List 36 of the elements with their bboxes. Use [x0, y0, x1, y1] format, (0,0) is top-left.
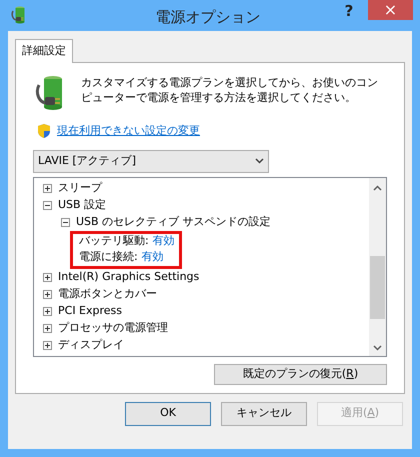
expand-icon[interactable] [43, 290, 52, 298]
scrollbar[interactable] [369, 178, 386, 356]
change-settings-link[interactable]: 現在利用できない設定の変更 [57, 123, 200, 140]
tree-item[interactable]: スリープ [58, 180, 102, 196]
expand-icon[interactable] [43, 324, 52, 332]
setting-label: バッテリ駆動: [79, 233, 149, 250]
setting-label: 電源に接続: [79, 249, 138, 266]
tree-item[interactable]: PCI Express [58, 302, 122, 320]
close-button[interactable]: × [368, 0, 413, 20]
setting-value-link[interactable]: 有効 [142, 249, 164, 266]
setting-value-link[interactable]: 有効 [152, 233, 175, 250]
dialog-button[interactable]: キャンセル [221, 402, 307, 426]
tree-item[interactable]: USB のセレクティブ サスペンドの設定 [76, 214, 271, 230]
scroll-up-icon[interactable] [373, 184, 382, 190]
expand-icon[interactable] [43, 306, 52, 316]
tree-item[interactable]: プロセッサの電源管理 [58, 320, 168, 336]
expand-icon[interactable] [43, 184, 52, 192]
plan-dropdown[interactable]: LAVIE [アクティブ] [33, 150, 269, 172]
tree-item[interactable]: 電源ボタンとカバー [58, 286, 157, 302]
collapse-icon[interactable] [61, 218, 70, 226]
expand-icon[interactable] [43, 272, 52, 282]
tree-item[interactable]: Intel(R) Graphics Settings [58, 268, 200, 286]
help-button[interactable]: ? [336, 1, 362, 21]
tree-item[interactable]: USB 設定 [58, 196, 106, 214]
dialog-button[interactable]: OK [125, 402, 211, 426]
chevron-down-icon [255, 158, 264, 164]
scrollbar-thumb[interactable] [370, 256, 385, 318]
description: カスタマイズする電源プランを選択してから、お使いのコンピューターで電源を管理する方法を選択してください。 [81, 75, 379, 106]
scroll-down-icon[interactable] [373, 344, 382, 350]
expand-icon[interactable] [43, 340, 52, 350]
tree-item[interactable]: ディスプレイ [58, 336, 124, 354]
window-title: 電源オプション [156, 7, 260, 28]
tab[interactable]: 詳細設定 [15, 39, 73, 63]
shield-icon [37, 123, 51, 140]
collapse-icon[interactable] [43, 200, 52, 210]
restore-defaults-button[interactable]: 既定のプランの復元(R) [214, 364, 387, 384]
